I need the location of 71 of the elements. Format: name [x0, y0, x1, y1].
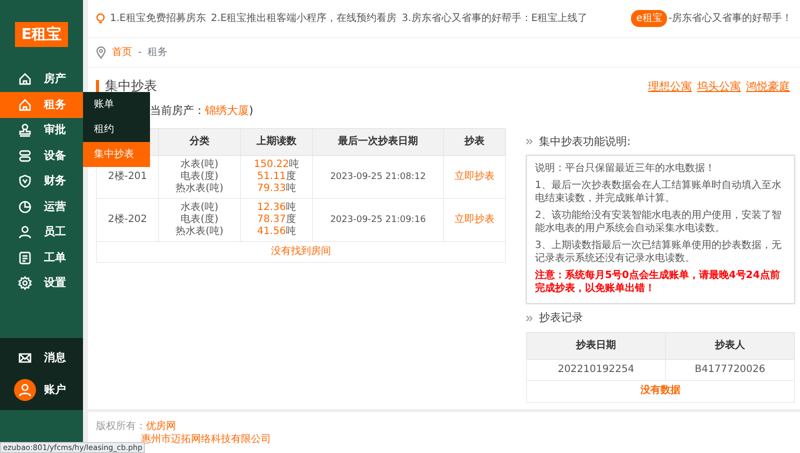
- bulb-icon: [96, 13, 105, 24]
- sidebar-item[interactable]: 财务: [0, 168, 83, 194]
- stamp-icon: [18, 123, 32, 138]
- logo: E租宝: [15, 22, 68, 46]
- table-cell: 2023-09-25 21:08:12: [312, 155, 444, 198]
- column-header: 最后一次抄表日期: [312, 128, 444, 155]
- person-icon: [18, 225, 32, 240]
- location-pin-icon: [96, 46, 106, 59]
- sidebar-item[interactable]: 设置: [0, 270, 83, 296]
- meter-type: 电表(度): [180, 214, 220, 226]
- notice-link[interactable]: 2.E租宝推出租客端小程序，在线预约看房: [210, 11, 397, 26]
- info-text: 说明：平台只保留最近三年的水电数据！: [535, 162, 716, 175]
- table-cell: B4177720026: [666, 359, 794, 380]
- notice-link[interactable]: 3.房东省心又省事的好帮手：E租宝上线了: [402, 11, 588, 26]
- meter-type: 水表(吨): [180, 158, 220, 170]
- sidebar-item[interactable]: 房产: [0, 66, 83, 92]
- sidebar-item[interactable]: 账户: [0, 374, 83, 406]
- submenu-item[interactable]: 租约: [83, 117, 150, 142]
- shield-icon: [18, 174, 32, 188]
- meter-reading: 79.33吨: [256, 182, 297, 194]
- info-text: 2、该功能给没有安装智能水电表的用户使用，安装了智能水电表的用户系统会自动采集水电读数。: [535, 209, 782, 235]
- sidebar-item[interactable]: 运营: [0, 194, 83, 220]
- info-text: 3、上期读数指最后一次已结算账单使用的抄表数据，无记录表示系统还没有记录水电读数。: [535, 239, 782, 265]
- submenu-item[interactable]: 账单: [83, 92, 150, 117]
- current-property-label: 当前房产：: [150, 104, 205, 116]
- empty-message: 没有找到房间: [271, 246, 331, 256]
- sidebar-item[interactable]: 审批: [0, 118, 83, 143]
- device-icon: [18, 148, 32, 163]
- avatar-icon: [14, 379, 36, 401]
- mail-icon: [18, 351, 32, 365]
- meter-reading: 41.56吨: [256, 226, 297, 238]
- breadcrumb-separator: -: [138, 46, 142, 60]
- table-cell: 2楼-202: [96, 198, 158, 241]
- meter-type: 热水表(吨): [174, 182, 224, 194]
- breadcrumb-item: 租务: [148, 46, 168, 60]
- house-icon: [18, 98, 32, 112]
- meter-reading: 12.36吨: [256, 202, 297, 214]
- sidebar-item[interactable]: 消息: [0, 342, 83, 374]
- table-cell: 2023-09-25 21:09:16: [312, 198, 444, 241]
- table-cell: 202210192254: [526, 359, 666, 380]
- meter-type: 热水表(吨): [174, 226, 224, 238]
- bracket-text: ): [249, 104, 254, 116]
- slogan-text: -房东省心又省事的好帮手！: [668, 12, 792, 26]
- page-title: 集中抄表: [96, 80, 157, 94]
- sidebar-item[interactable]: 工单: [0, 245, 83, 270]
- sidebar-item[interactable]: 设备: [0, 143, 83, 168]
- warning-text: 注意：系统每月5号0点会生成账单，请最晚4号24点前完成抄表，以免账单出错！: [535, 269, 781, 295]
- meter-type: 水表(吨): [180, 202, 220, 214]
- info-text: 1、最后一次抄表数据会在人工结算账单时自动填入至水电结束读数，并完成账单计算。: [535, 179, 782, 205]
- column-header: 抄表日期: [526, 332, 666, 359]
- notice-link[interactable]: 1.E租宝免费招募房东: [110, 11, 206, 26]
- section-title: 集中抄表功能说明:: [539, 134, 631, 150]
- column-header: 上期读数: [240, 128, 312, 155]
- column-header: 分类: [158, 128, 240, 155]
- house-icon: [18, 72, 32, 86]
- meter-reading: 150.22吨: [253, 158, 300, 170]
- double-chevron-icon: [526, 314, 533, 322]
- pie-chart-icon: [18, 200, 32, 214]
- column-header: 抄表: [444, 128, 506, 155]
- settings-icon: [18, 276, 32, 290]
- empty-message: 没有数据: [640, 385, 680, 396]
- column-header: 抄表人: [666, 332, 794, 359]
- double-chevron-icon: [526, 138, 533, 146]
- meter-reading: 78.37度: [256, 214, 297, 226]
- meter-reading: 51.11度: [256, 170, 297, 182]
- badge: e租宝: [631, 10, 668, 27]
- document-icon: [18, 250, 32, 265]
- meter-type: 电表(度): [180, 170, 220, 182]
- sidebar-item[interactable]: 员工: [0, 220, 83, 245]
- section-title: 抄表记录: [539, 310, 583, 326]
- copyright-label: 版权所有：: [96, 421, 146, 432]
